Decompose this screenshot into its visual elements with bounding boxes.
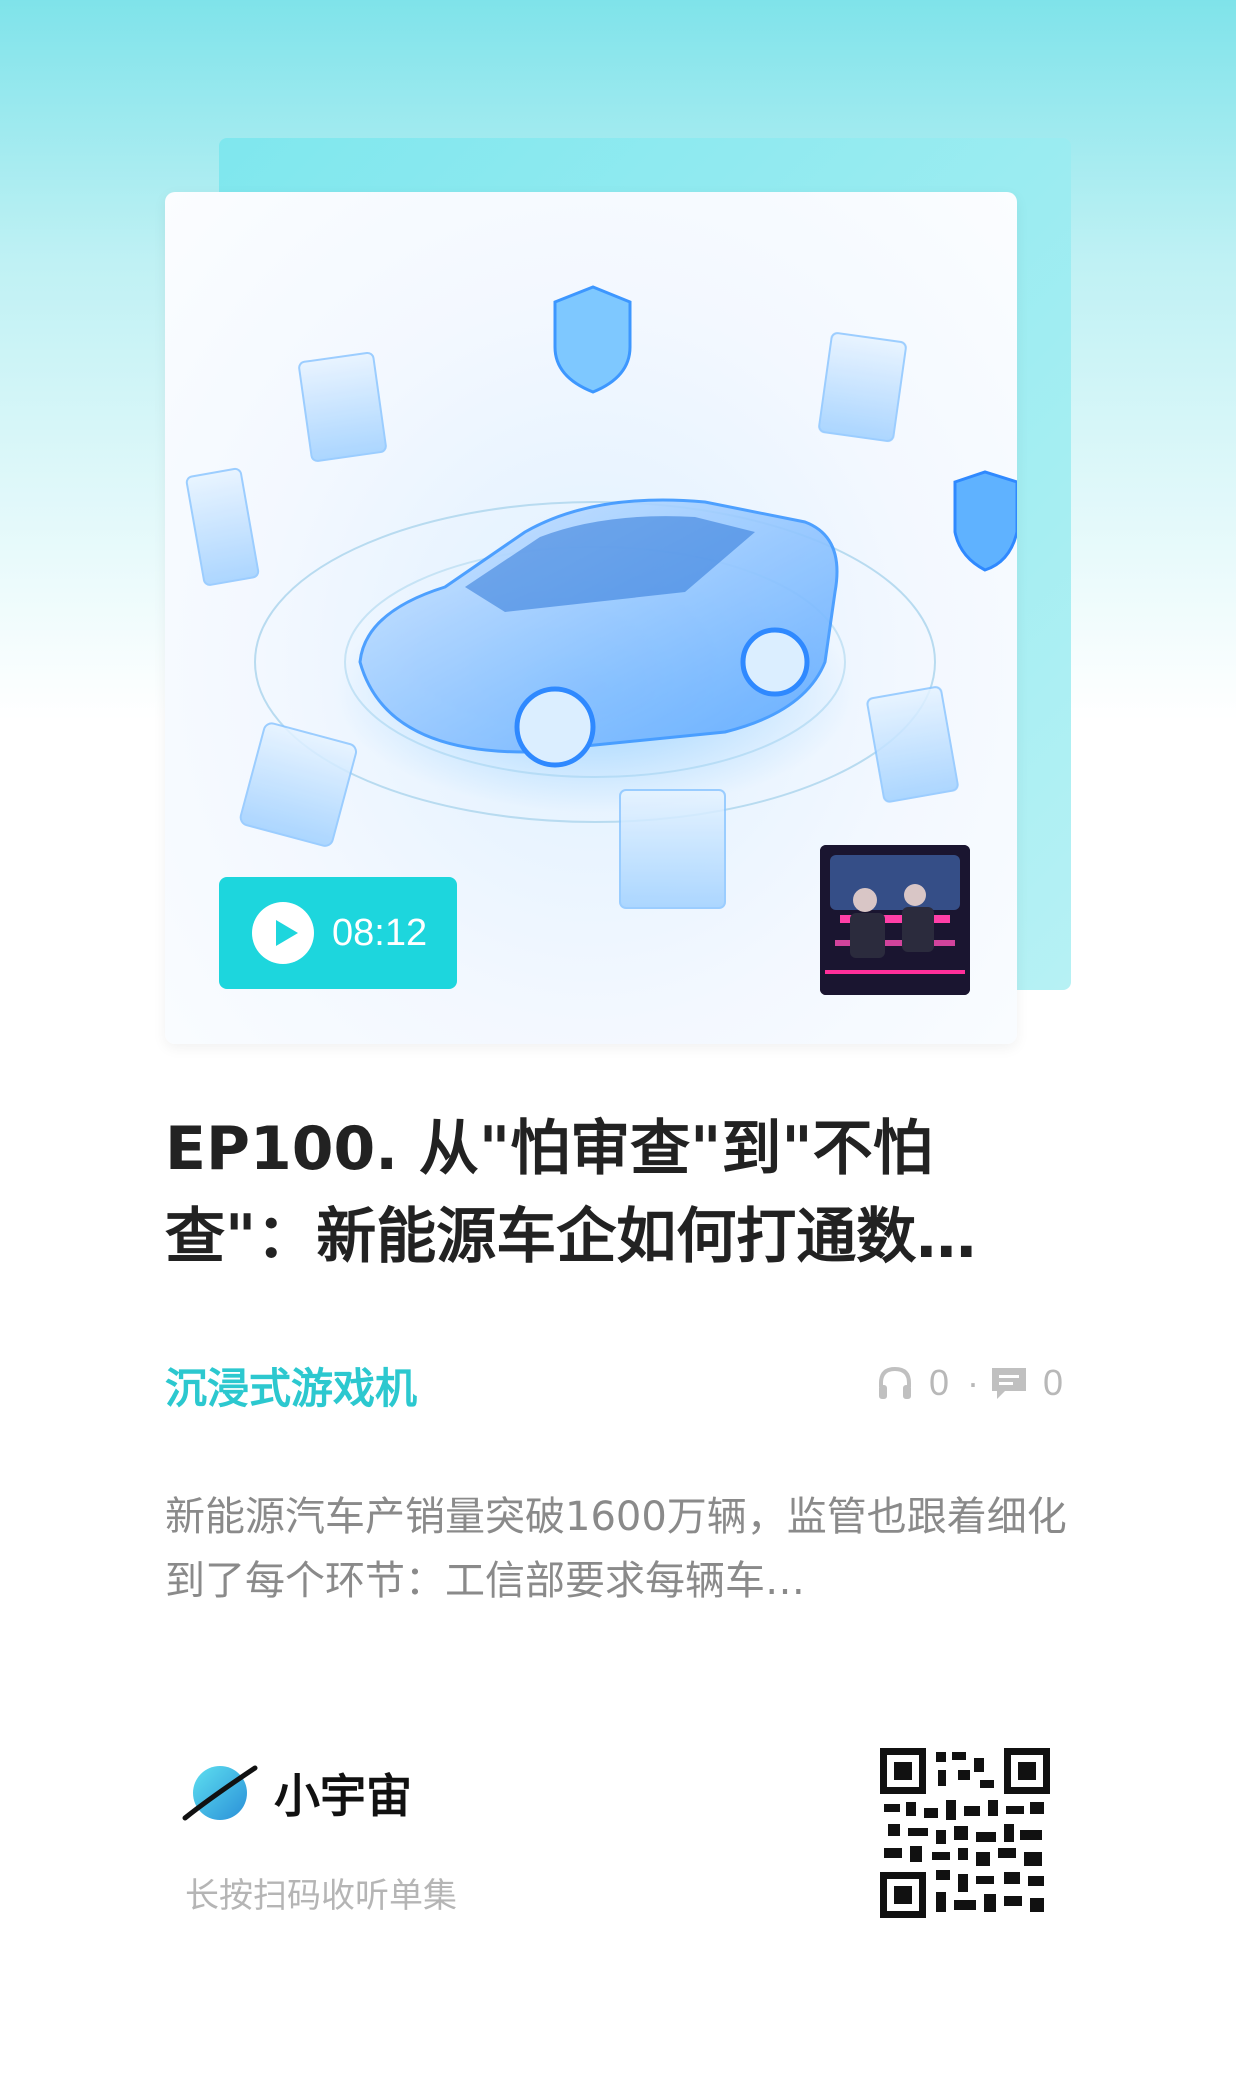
app-logo: 小宇宙	[180, 1758, 412, 1828]
episode-cover[interactable]: 08:12	[165, 192, 1017, 1044]
listen-count: 0	[928, 1362, 949, 1403]
headphones-icon	[878, 1366, 911, 1399]
episode-title: EP100. 从"怕审查"到"不怕查"：新能源车企如何打通数…	[165, 1114, 977, 1272]
podcast-thumbnail	[820, 845, 970, 995]
episode-description: 新能源汽车产销量突破1600万辆，监管也跟着细化到了每个环节：工信部要求每辆车…	[165, 1494, 1067, 1604]
app-name: 小宇宙	[274, 1769, 412, 1823]
play-button[interactable]: 08:12	[219, 877, 457, 989]
comment-count: 0	[1042, 1362, 1063, 1403]
qr-code-icon[interactable]	[880, 1748, 1050, 1918]
episode-duration: 08:12	[332, 911, 428, 954]
comment-icon	[991, 1368, 1026, 1399]
podcast-name[interactable]: 沉浸式游戏机	[165, 1355, 417, 1416]
planet-icon	[182, 1765, 258, 1821]
stats-separator: ·	[966, 1362, 979, 1403]
episode-stats: 0 · 0	[875, 1362, 1071, 1404]
play-icon	[252, 902, 314, 964]
scan-hint: 长按扫码收听单集	[185, 1876, 457, 1916]
